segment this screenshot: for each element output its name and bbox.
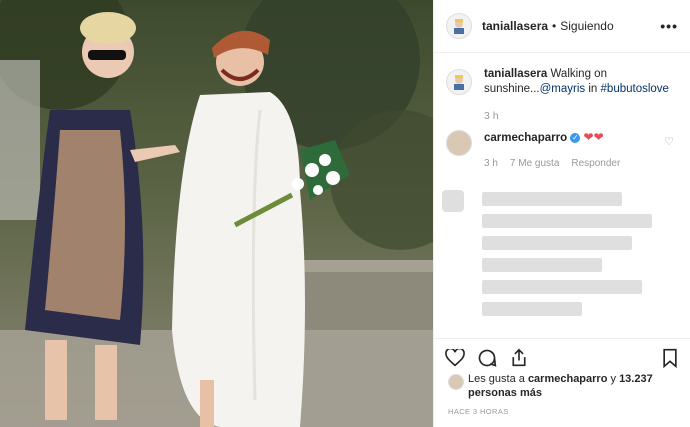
post-header: taniallasera • Siguiendo •••	[434, 0, 690, 53]
author-username[interactable]: taniallasera	[482, 19, 548, 33]
photo-illustration	[0, 0, 433, 427]
comment-timestamp[interactable]: 3 h	[484, 156, 498, 171]
caption-hashtag-link[interactable]: #bubutoslove	[601, 83, 669, 95]
comment-icon[interactable]	[476, 347, 498, 369]
likes-username[interactable]: carmechaparro	[528, 373, 608, 385]
likes-prefix: Les gusta a	[468, 373, 525, 385]
comment-text: ❤❤	[583, 130, 604, 144]
caption-username[interactable]: taniallasera	[484, 68, 547, 80]
author-avatar[interactable]	[446, 13, 472, 39]
caption: taniallasera Walking on sunshine...@mayr…	[434, 53, 690, 124]
share-icon[interactable]	[508, 347, 530, 369]
comment-like-icon[interactable]: ♡	[664, 135, 674, 148]
comment-meta: 3 h 7 Me gusta Responder	[484, 156, 620, 171]
avatar-illustration-icon	[454, 19, 464, 34]
verified-badge-icon: ✓	[570, 132, 581, 143]
comment-likes-count[interactable]: 7 Me gusta	[510, 156, 559, 171]
comment-avatar[interactable]	[446, 130, 472, 156]
reply-button[interactable]: Responder	[571, 156, 620, 171]
comment: carmechaparro ✓ ❤❤ 3 h 7 Me gusta Respon…	[434, 124, 690, 171]
caption-mention-link[interactable]: @mayris	[540, 83, 586, 95]
likes-middle: y	[610, 373, 617, 385]
post-sidebar: taniallasera • Siguiendo ••• taniallaser…	[433, 0, 690, 427]
caption-in: in	[588, 83, 598, 95]
post-timestamp[interactable]: HACE 3 HORAS	[448, 407, 509, 416]
instagram-post: taniallasera • Siguiendo ••• taniallaser…	[0, 0, 690, 427]
comment-username[interactable]: carmechaparro	[484, 132, 567, 144]
caption-body: taniallasera Walking on sunshine...@mayr…	[484, 67, 678, 124]
post-photo[interactable]	[0, 0, 433, 427]
caption-avatar[interactable]	[446, 69, 472, 95]
likes-summary: Les gusta a carmechaparro y 13.237 perso…	[448, 372, 680, 400]
avatar-illustration-icon	[454, 75, 464, 90]
more-options-icon[interactable]: •••	[660, 18, 678, 34]
separator-dot: •	[552, 19, 557, 33]
likes-text: Les gusta a carmechaparro y 13.237 perso…	[468, 372, 680, 400]
follow-status-button[interactable]: Siguiendo	[560, 19, 613, 33]
bookmark-icon[interactable]	[659, 347, 681, 369]
heart-icon[interactable]	[444, 347, 466, 369]
comment-body: carmechaparro ✓ ❤❤ 3 h 7 Me gusta Respon…	[484, 130, 620, 171]
action-bar	[434, 338, 690, 373]
blurred-comments	[442, 190, 682, 330]
caption-timestamp[interactable]: 3 h	[484, 109, 678, 124]
liker-avatar[interactable]	[448, 374, 464, 390]
